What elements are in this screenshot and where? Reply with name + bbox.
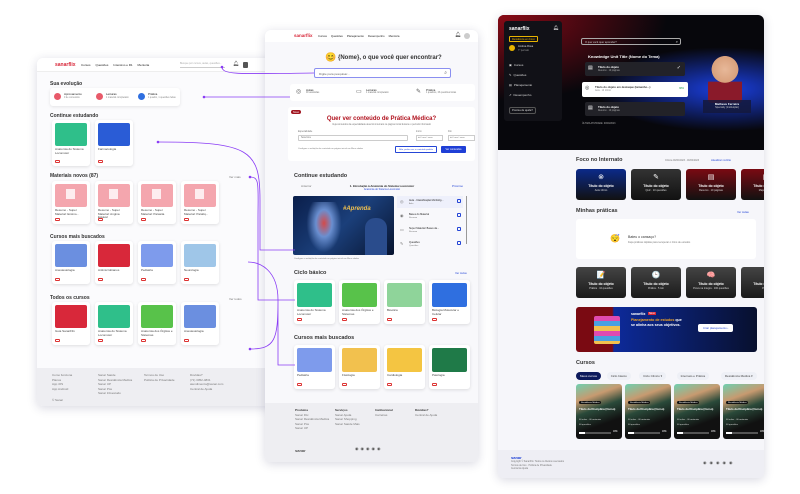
connector-lines — [0, 0, 800, 494]
